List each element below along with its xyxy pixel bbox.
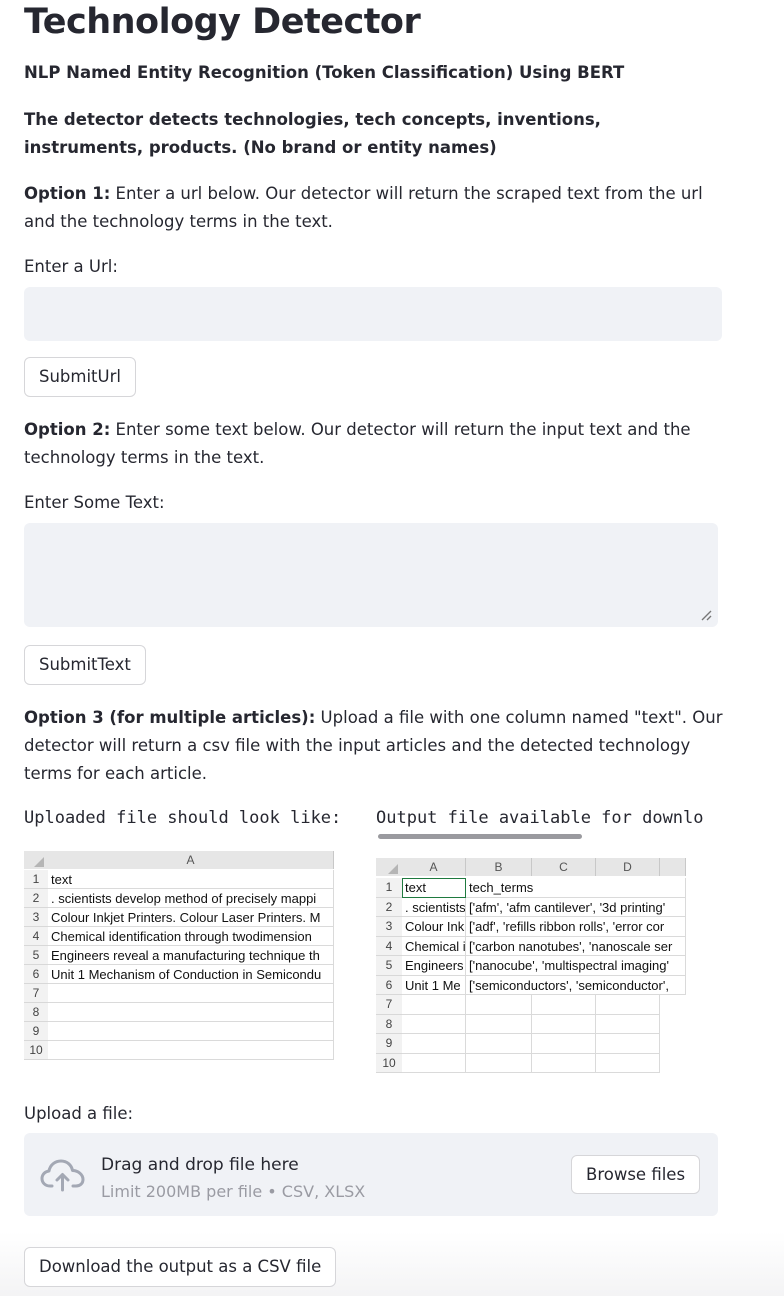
text-input-label: Enter Some Text: xyxy=(24,493,165,512)
url-input[interactable] xyxy=(24,287,722,341)
table-cell: ['adf', 'refills ribbon rolls', 'error c… xyxy=(466,917,686,937)
row-number: 1 xyxy=(24,870,48,889)
upload-label: Upload a file: xyxy=(24,1104,134,1123)
option2-description: Option 2: Enter some text below. Our det… xyxy=(24,416,724,472)
input-example-spreadsheet: A 1 2 3 4 5 6 7 8 9 10 text . scientists… xyxy=(24,851,334,1061)
table-cell xyxy=(466,995,532,1015)
column-header-a: A xyxy=(48,851,334,869)
cloud-upload-icon xyxy=(40,1159,85,1192)
table-cell xyxy=(48,1041,334,1060)
row-number: 3 xyxy=(376,917,402,937)
table-cell xyxy=(402,1014,466,1034)
table-cell xyxy=(402,995,466,1015)
row-number: 4 xyxy=(376,936,402,956)
table-cell: . scientists xyxy=(402,897,466,917)
tab-scrollbar[interactable] xyxy=(378,834,582,839)
row-number: 3 xyxy=(24,908,48,927)
detector-description: The detector detects technologies, tech … xyxy=(24,110,601,157)
row-number: 6 xyxy=(24,965,48,984)
tab-output-example[interactable]: Output file available for downlo xyxy=(376,808,704,828)
dropzone-instructions: Drag and drop file here xyxy=(101,1155,299,1175)
table-cell: text xyxy=(48,870,334,889)
column-header-c: C xyxy=(532,858,596,876)
row-number: 8 xyxy=(24,1003,48,1022)
option2-text: Enter some text below. Our detector will… xyxy=(24,420,691,467)
row-number: 4 xyxy=(24,927,48,946)
column-header-d: D xyxy=(596,858,660,876)
table-cell: Colour Ink xyxy=(402,917,466,937)
page-subtitle: NLP Named Entity Recognition (Token Clas… xyxy=(24,63,625,82)
row-number: 10 xyxy=(24,1041,48,1060)
option2-label: Option 2: xyxy=(24,420,111,439)
table-cell: ['nanocube', 'multispectral imaging' xyxy=(466,956,686,976)
output-example-spreadsheet: A B C D 1 2 3 4 5 6 7 8 9 10 text . scie… xyxy=(376,858,686,1073)
option3-description: Option 3 (for multiple articles): Upload… xyxy=(24,704,724,788)
table-cell xyxy=(402,1034,466,1054)
table-cell: Chemical i xyxy=(402,936,466,956)
table-cell: . scientists develop method of precisely… xyxy=(48,889,334,908)
table-cell: Colour Inkjet Printers. Colour Laser Pri… xyxy=(48,908,334,927)
table-cell xyxy=(466,1053,532,1073)
resize-handle-icon[interactable] xyxy=(700,609,712,621)
column-header-a: A xyxy=(402,858,466,876)
table-cell: Unit 1 Mechanism of Conduction in Semico… xyxy=(48,965,334,984)
row-number: 7 xyxy=(24,984,48,1003)
option1-description: Option 1: Enter a url below. Our detecto… xyxy=(24,180,724,236)
table-cell: Engineers reveal a manufacturing techniq… xyxy=(48,946,334,965)
row-number: 5 xyxy=(376,956,402,976)
table-cell xyxy=(596,1053,660,1073)
option3-label: Option 3 (for multiple articles): xyxy=(24,708,316,727)
table-cell xyxy=(48,984,334,1003)
submit-url-button[interactable]: SubmitUrl xyxy=(24,357,136,397)
table-cell: Chemical identification through twodimen… xyxy=(48,927,334,946)
row-number: 7 xyxy=(376,995,402,1015)
table-cell xyxy=(532,1053,596,1073)
submit-text-button[interactable]: SubmitText xyxy=(24,645,146,685)
table-cell xyxy=(402,1053,466,1073)
table-cell: Unit 1 Me xyxy=(402,975,466,995)
text-area[interactable] xyxy=(24,523,718,627)
table-cell: ['afm', 'afm cantilever', '3d printing' xyxy=(466,897,686,917)
row-number: 10 xyxy=(376,1053,402,1073)
row-number: 2 xyxy=(24,889,48,908)
download-csv-button[interactable]: Download the output as a CSV file xyxy=(24,1247,337,1287)
option1-label: Option 1: xyxy=(24,184,111,203)
table-cell xyxy=(466,1034,532,1054)
table-cell xyxy=(596,1034,660,1054)
sheet-corner xyxy=(24,851,48,869)
tab-uploaded-example[interactable]: Uploaded file should look like: xyxy=(24,808,341,828)
url-input-label: Enter a Url: xyxy=(24,257,118,276)
table-cell xyxy=(596,995,660,1015)
table-cell: ['carbon nanotubes', 'nanoscale ser xyxy=(466,936,686,956)
table-cell xyxy=(596,1014,660,1034)
row-number: 6 xyxy=(376,975,402,995)
table-cell xyxy=(48,1003,334,1022)
table-cell: Engineers xyxy=(402,956,466,976)
sheet-corner xyxy=(376,858,402,876)
select-all-icon xyxy=(34,857,44,867)
table-cell xyxy=(532,1034,596,1054)
row-number: 5 xyxy=(24,946,48,965)
row-number: 9 xyxy=(376,1034,402,1054)
table-cell: ['semiconductors', 'semiconductor', xyxy=(466,975,686,995)
row-number: 9 xyxy=(24,1022,48,1041)
table-cell xyxy=(466,1014,532,1034)
page-title: Technology Detector xyxy=(24,2,421,42)
column-header-b: B xyxy=(466,858,532,876)
table-cell xyxy=(48,1022,334,1041)
table-cell xyxy=(532,1014,596,1034)
column-header-e xyxy=(660,858,686,876)
row-number: 2 xyxy=(376,897,402,917)
table-cell xyxy=(532,995,596,1015)
row-number: 1 xyxy=(376,878,402,898)
selected-cell: text xyxy=(402,878,466,898)
option1-text: Enter a url below. Our detector will ret… xyxy=(24,184,703,231)
browse-files-button[interactable]: Browse files xyxy=(571,1155,701,1194)
dropzone-limit: Limit 200MB per file • CSV, XLSX xyxy=(101,1182,366,1201)
row-number: 8 xyxy=(376,1014,402,1034)
select-all-icon xyxy=(388,864,398,874)
table-cell: tech_terms xyxy=(466,878,686,898)
